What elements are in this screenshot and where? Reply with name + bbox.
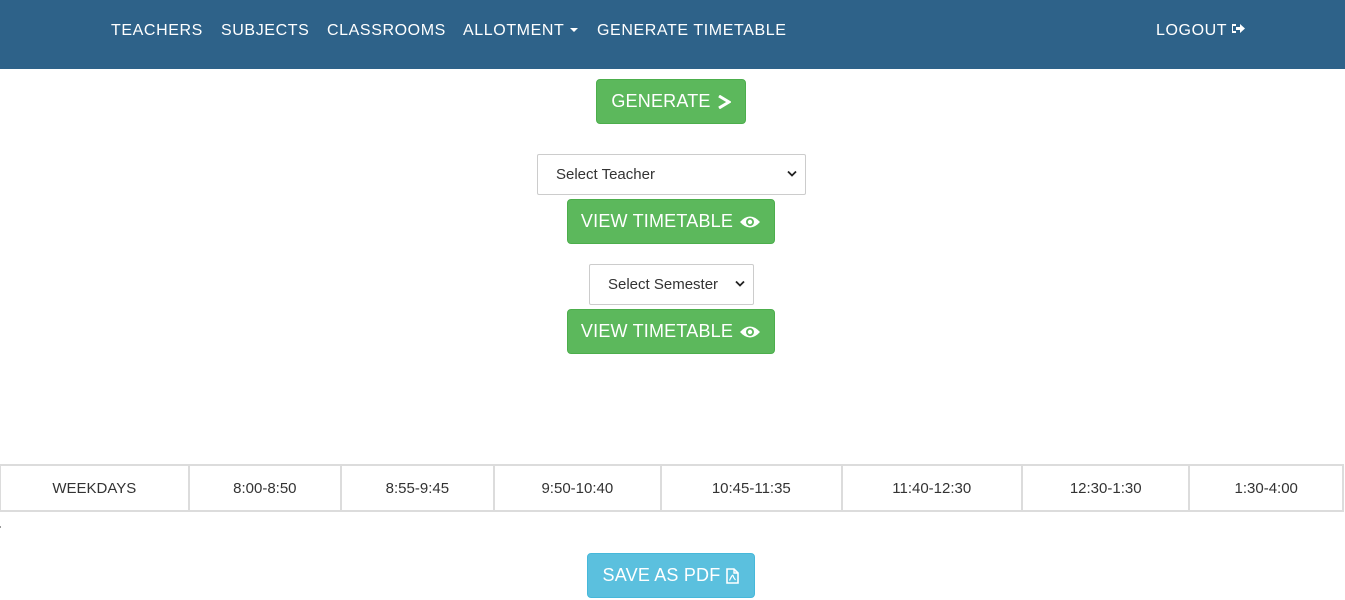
save-as-pdf-button[interactable]: SAVE AS PDF — [587, 553, 755, 598]
generate-label: GENERATE — [611, 91, 711, 111]
generate-button[interactable]: GENERATE — [596, 79, 746, 124]
caret-down-icon — [570, 27, 579, 32]
eye-icon — [740, 216, 761, 227]
header-slot-3: 9:50-10:40 — [492, 464, 663, 512]
semester-select[interactable]: Select Semester — [589, 264, 754, 305]
teacher-select-value: Select Teacher — [556, 166, 655, 183]
nav-allotment-label: ALLOTMENT — [463, 22, 565, 39]
view-teacher-timetable-button[interactable]: VIEW TIMETABLE — [567, 199, 775, 244]
eye-icon — [740, 326, 761, 337]
nav-subjects[interactable]: SUBJECTS — [221, 21, 309, 41]
teacher-select[interactable]: Select Teacher — [537, 154, 806, 195]
header-slot-7: 1:30-4:00 — [1188, 464, 1344, 512]
chevron-down-icon — [735, 280, 745, 287]
header-slot-6: 12:30-1:30 — [1020, 464, 1191, 512]
header-slot-1: 8:00-8:50 — [187, 464, 343, 512]
logout-label: LOGOUT — [1156, 22, 1228, 39]
chevron-down-icon — [787, 170, 797, 177]
timetable: WEEKDAYS 8:00-8:50 8:55-9:45 9:50-10:40 … — [0, 464, 1344, 512]
pdf-file-icon — [726, 567, 740, 584]
view-timetable-label: VIEW TIMETABLE — [580, 321, 734, 341]
nav-classrooms[interactable]: CLASSROOMS — [327, 21, 446, 41]
nav-allotment-dropdown[interactable]: ALLOTMENT — [463, 21, 579, 41]
timetable-header-row: WEEKDAYS 8:00-8:50 8:55-9:45 9:50-10:40 … — [0, 464, 1344, 512]
semester-select-value: Select Semester — [608, 276, 719, 293]
divider-mark — [0, 526, 1, 528]
header-slot-5: 11:40-12:30 — [840, 464, 1023, 512]
chevron-right-icon — [717, 94, 731, 109]
view-timetable-label: VIEW TIMETABLE — [580, 211, 734, 231]
view-semester-timetable-button[interactable]: VIEW TIMETABLE — [567, 309, 775, 354]
save-pdf-label: SAVE AS PDF — [602, 565, 721, 585]
top-navbar: TEACHERS SUBJECTS CLASSROOMS ALLOTMENT G… — [0, 0, 1345, 69]
header-weekdays: WEEKDAYS — [0, 464, 190, 512]
header-slot-4: 10:45-11:35 — [660, 464, 843, 512]
nav-teachers[interactable]: TEACHERS — [111, 21, 203, 41]
logout-link[interactable]: LOGOUT — [1156, 21, 1246, 41]
nav-generate-timetable[interactable]: GENERATE TIMETABLE — [597, 21, 787, 41]
logout-icon — [1232, 24, 1246, 34]
header-slot-2: 8:55-9:45 — [340, 464, 495, 512]
